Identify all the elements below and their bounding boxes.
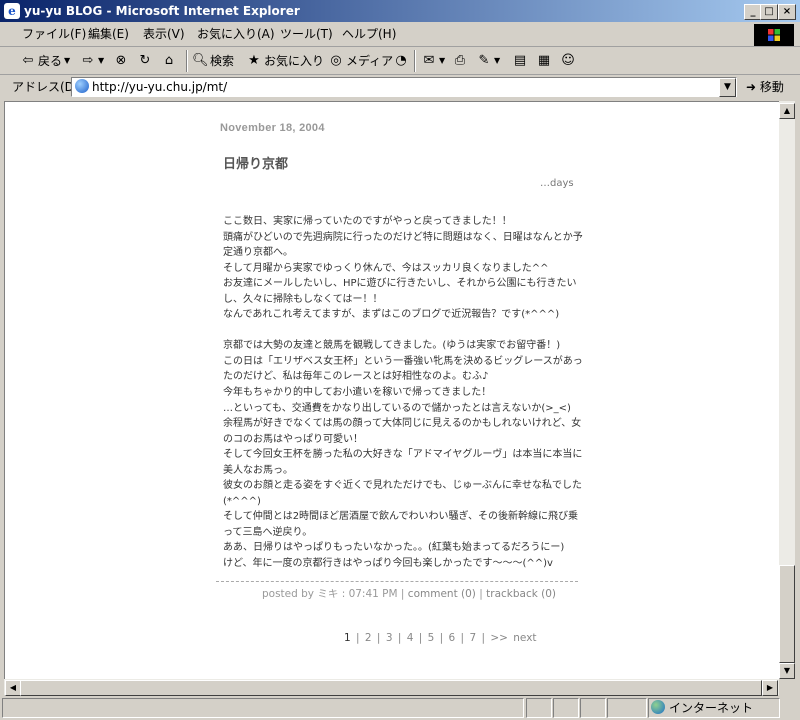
scroll-up-button[interactable]: ▲ — [779, 103, 795, 119]
back-button[interactable]: ⇦ 戻る ▼ — [20, 52, 71, 70]
messenger-button[interactable]: ☺ — [560, 52, 576, 70]
internet-zone-icon — [651, 700, 665, 714]
print-icon: ⎙ — [454, 53, 466, 68]
edit-icon: ✎ — [478, 53, 490, 68]
go-arrow-icon: ➜ — [746, 80, 757, 94]
page-link[interactable]: 2 — [365, 632, 372, 644]
research-button[interactable]: ▦ — [536, 52, 552, 70]
research-icon: ▦ — [537, 53, 551, 68]
post-date: November 18, 2004 — [220, 122, 325, 134]
home-button[interactable]: ⌂ — [161, 52, 177, 70]
forward-arrow-icon: ⇨ — [82, 53, 94, 68]
menu-help[interactable]: ヘルプ(H) — [342, 26, 396, 42]
menu-favorites[interactable]: お気に入り(A) — [197, 26, 275, 42]
status-pane — [553, 698, 579, 718]
windows-logo-icon — [768, 29, 780, 41]
horizontal-scroll-thumb[interactable] — [20, 680, 762, 696]
mail-icon: ✉ — [423, 53, 435, 68]
status-pane — [580, 698, 606, 718]
media-icon: ◎ — [330, 53, 342, 68]
home-icon: ⌂ — [164, 53, 174, 68]
back-label: 戻る — [38, 54, 63, 68]
go-label: 移動 — [759, 80, 784, 94]
address-dropdown-button[interactable]: ▼ — [719, 78, 736, 97]
messenger-icon: ☺ — [561, 53, 575, 68]
post-body: ここ数日、実家に帰っていたのですがやっと戻ってきました！！ 頭痛がひどいので先週… — [223, 216, 583, 570]
comment-link[interactable]: comment (0) — [408, 588, 476, 600]
dropdown-arrow-icon: ▼ — [494, 56, 501, 65]
search-label: 検索 — [210, 54, 235, 68]
favorites-button[interactable]: ★ お気に入り — [246, 52, 324, 70]
posted-by: posted by ミキ : 07:41 PM — [262, 588, 398, 600]
scroll-down-button[interactable]: ▼ — [779, 663, 795, 679]
trackback-link[interactable]: trackback (0) — [486, 588, 556, 600]
page-link[interactable]: 6 — [449, 632, 456, 644]
back-arrow-icon: ⇦ — [22, 53, 34, 68]
print-button[interactable]: ⎙ — [452, 52, 468, 70]
media-button[interactable]: ◎ メディア — [328, 52, 393, 70]
mail-button[interactable]: ✉ ▼ — [421, 52, 446, 70]
address-label: アドレス(D) — [12, 80, 79, 94]
toolbar-separator — [186, 50, 188, 72]
menu-view[interactable]: 表示(V) — [143, 26, 185, 42]
post-category[interactable]: …days — [540, 178, 574, 189]
post-divider — [216, 581, 578, 582]
toolbar-separator — [414, 50, 416, 72]
discuss-button[interactable]: ▤ — [512, 52, 528, 70]
menu-edit[interactable]: 編集(E) — [88, 26, 129, 42]
search-icon: 🔍︎ — [192, 53, 209, 68]
status-pane — [607, 698, 647, 718]
dropdown-arrow-icon: ▼ — [98, 56, 105, 65]
menu-tools[interactable]: ツール(T) — [280, 26, 333, 42]
history-icon: ◔ — [395, 53, 407, 68]
refresh-button[interactable]: ↻ — [137, 52, 153, 70]
scroll-right-button[interactable]: ▶ — [762, 680, 778, 696]
page-icon — [75, 79, 89, 93]
page-link[interactable]: 7 — [469, 632, 476, 644]
next-page-link[interactable]: >> next — [490, 632, 536, 644]
discuss-icon: ▤ — [513, 53, 527, 68]
search-button[interactable]: 🔍︎ 検索 — [192, 52, 234, 70]
go-button[interactable]: ➜ 移動 — [746, 79, 784, 95]
post-footer: posted by ミキ : 07:41 PM | comment (0) | … — [262, 586, 556, 601]
address-url[interactable]: http://yu-yu.chu.jp/mt/ — [92, 79, 227, 95]
window-title: yu-yu BLOG - Microsoft Internet Explorer — [24, 4, 300, 18]
zone-label: インターネット — [669, 701, 754, 715]
footer-separator: | — [400, 588, 405, 600]
page-link[interactable]: 3 — [386, 632, 393, 644]
scroll-left-button[interactable]: ◀ — [5, 680, 21, 696]
favorites-label: お気に入り — [264, 54, 325, 68]
edit-button[interactable]: ✎ ▼ — [476, 52, 501, 70]
dropdown-arrow-icon: ▼ — [439, 56, 446, 65]
page-link[interactable]: 5 — [428, 632, 435, 644]
stop-button[interactable]: ⊗ — [113, 52, 129, 70]
favorites-folder-icon: ★ — [248, 53, 260, 68]
page-link-current: 1 — [344, 632, 351, 644]
stop-icon: ⊗ — [115, 53, 127, 68]
forward-button[interactable]: ⇨ ▼ — [80, 52, 105, 70]
status-pane — [526, 698, 552, 718]
footer-separator: | — [479, 588, 483, 600]
media-label: メディア — [346, 54, 394, 68]
menu-file[interactable]: ファイル(F) — [22, 26, 86, 42]
status-pane-main — [2, 698, 524, 718]
close-button[interactable]: × — [778, 4, 796, 20]
page-link[interactable]: 4 — [407, 632, 414, 644]
history-button[interactable]: ◔ — [393, 52, 409, 70]
pagination: 1 | 2 | 3 | 4 | 5 | 6 | 7 | >> next — [344, 632, 537, 644]
vertical-scroll-thumb[interactable] — [779, 565, 795, 663]
post-title: 日帰り京都 — [223, 157, 289, 172]
dropdown-arrow-icon: ▼ — [64, 56, 71, 65]
maximize-button[interactable]: □ — [760, 4, 778, 20]
refresh-icon: ↻ — [139, 53, 151, 68]
ie-icon: e — [4, 3, 20, 19]
